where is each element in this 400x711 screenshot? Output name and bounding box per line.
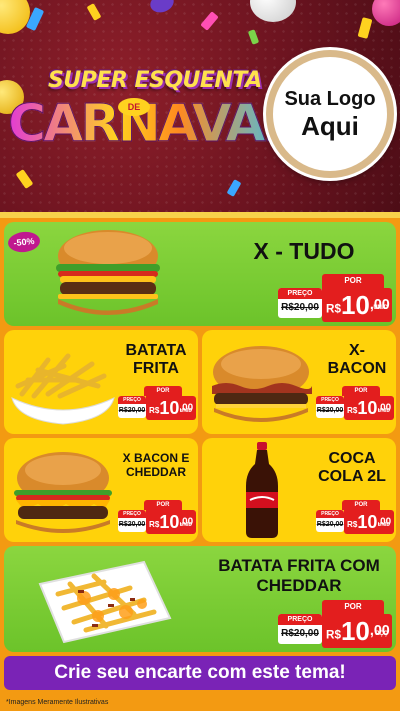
price-integer: 10 bbox=[340, 616, 370, 646]
product-card-batata-frita[interactable]: BATATA FRITA POR PREÇO R$20,00 R$10,00 U… bbox=[4, 330, 198, 434]
price-integer: 10 bbox=[340, 290, 370, 320]
product-card-batata-cheddar[interactable]: BATATA FRITA COM CHEDDAR POR PREÇO R$20,… bbox=[4, 546, 396, 652]
new-price: R$10,00 UNID bbox=[344, 510, 394, 534]
por-label: POR bbox=[144, 386, 182, 396]
price-integer: 10 bbox=[159, 512, 180, 532]
new-price: R$10,00 UNID bbox=[146, 510, 196, 534]
preco-label: PREÇO bbox=[316, 510, 344, 518]
old-price: R$20,00 bbox=[281, 628, 319, 639]
old-price-box: PREÇO R$20,00 bbox=[316, 396, 344, 418]
new-price: R$10,00 UNID bbox=[322, 288, 392, 322]
logo-line-2: Aqui bbox=[301, 111, 359, 141]
old-price-box: PREÇO R$20,00 bbox=[278, 614, 322, 644]
old-price: R$20,00 bbox=[316, 521, 344, 528]
currency: R$ bbox=[326, 302, 341, 316]
bacon-burger-icon bbox=[212, 346, 312, 422]
price-integer: 10 bbox=[159, 398, 180, 418]
old-price-box: PREÇO R$20,00 bbox=[118, 510, 146, 532]
old-price: R$20,00 bbox=[118, 407, 146, 414]
product-name: COCA COLA 2L bbox=[318, 450, 386, 486]
old-price-box: PREÇO R$20,00 bbox=[316, 510, 344, 532]
cheddar-burger-icon bbox=[14, 452, 112, 533]
unit-label: PÇÇ bbox=[375, 631, 388, 637]
new-price: R$10,00 UNID bbox=[344, 396, 394, 420]
product-card-coca-cola[interactable]: COCA COLA 2L POR PREÇO R$20,00 R$10,00 U… bbox=[202, 438, 396, 542]
currency: R$ bbox=[347, 519, 358, 529]
unit-label: UNID bbox=[377, 522, 390, 528]
preco-label: PREÇO bbox=[278, 288, 322, 299]
new-price: R$10,00 PÇÇ bbox=[322, 614, 392, 648]
product-name: X - TUDO bbox=[253, 238, 355, 264]
product-name: BATATA FRITA bbox=[125, 342, 187, 378]
product-card-x-tudo[interactable]: X - TUDO POR PREÇO R$20,00 R$10,00 UNID bbox=[4, 222, 396, 326]
product-name: X-BACON bbox=[327, 342, 387, 378]
old-price: R$20,00 bbox=[281, 302, 319, 313]
preco-label: PREÇO bbox=[118, 396, 146, 404]
header-banner: SUPER ESQUENTA CARNAVAL DE Sua Logo Aqui bbox=[0, 0, 400, 212]
logo-line-1: Sua Logo bbox=[284, 88, 376, 110]
preco-label: PREÇO bbox=[118, 510, 146, 518]
title-carnaval: CARNAVAL bbox=[8, 94, 297, 155]
preco-label: PREÇO bbox=[278, 614, 322, 625]
cola-bottle-icon bbox=[246, 442, 278, 538]
old-price-box: PREÇO R$20,00 bbox=[118, 396, 146, 418]
unit-label: UNID bbox=[179, 408, 192, 414]
product-card-x-bacon-cheddar[interactable]: X BACON E CHEDDAR POR PREÇO R$20,00 R$10… bbox=[4, 438, 198, 542]
fries-icon bbox=[11, 353, 115, 425]
product-card-x-bacon[interactable]: X-BACON POR PREÇO R$20,00 R$10,00 UNID bbox=[202, 330, 396, 434]
logo-placeholder[interactable]: Sua Logo Aqui bbox=[266, 50, 394, 178]
currency: R$ bbox=[326, 628, 341, 642]
title-de: DE bbox=[118, 98, 150, 116]
product-name: BATATA FRITA COM CHEDDAR bbox=[218, 556, 380, 595]
por-label: POR bbox=[144, 500, 182, 510]
product-name: X BACON E CHEDDAR bbox=[122, 451, 190, 479]
currency: R$ bbox=[149, 405, 160, 415]
por-label: POR bbox=[322, 600, 384, 614]
por-label: POR bbox=[342, 386, 380, 396]
currency: R$ bbox=[347, 405, 358, 415]
unit-label: UNID bbox=[373, 305, 388, 311]
old-price: R$20,00 bbox=[118, 521, 146, 528]
price-integer: 10 bbox=[357, 398, 378, 418]
old-price-box: PREÇO R$20,00 bbox=[278, 288, 322, 318]
price-integer: 10 bbox=[357, 512, 378, 532]
old-price: R$20,00 bbox=[316, 407, 344, 414]
unit-label: UNID bbox=[179, 522, 192, 528]
title-super-esquenta: SUPER ESQUENTA bbox=[48, 68, 262, 93]
header-divider bbox=[0, 212, 400, 218]
footnote: *Imagens Meramente Ilustrativas bbox=[6, 699, 109, 706]
new-price: R$10,00 UNID bbox=[146, 396, 196, 420]
por-label: POR bbox=[322, 274, 384, 288]
preco-label: PREÇO bbox=[316, 396, 344, 404]
cheddar-fries-icon bbox=[38, 560, 172, 644]
por-label: POR bbox=[342, 500, 380, 510]
unit-label: UNID bbox=[377, 408, 390, 414]
currency: R$ bbox=[149, 519, 160, 529]
burger-icon bbox=[56, 230, 160, 315]
create-flyer-button[interactable]: Crie seu encarte com este tema! bbox=[4, 656, 396, 690]
